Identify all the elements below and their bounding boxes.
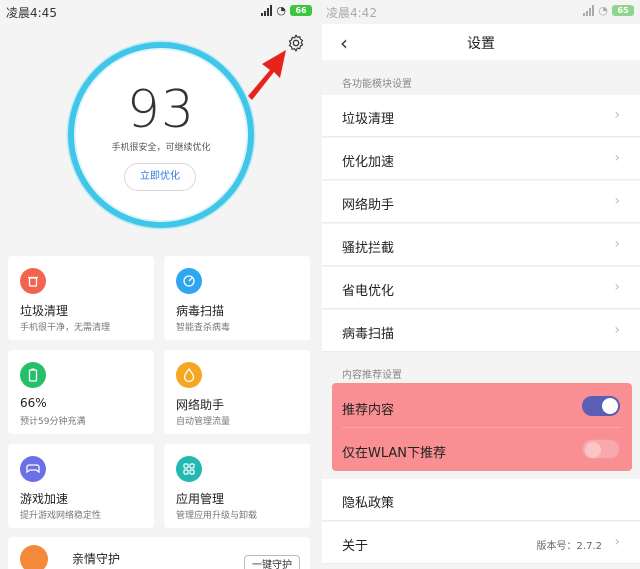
security-home-screen: 凌晨4:45 ◔ 66 93 手机很安全，可继续优化 立即优化 垃圾清理 手机很… — [0, 0, 318, 569]
battery-icon — [20, 362, 46, 388]
version-text: 版本号：2.7.2 — [536, 541, 602, 552]
battery-icon: 65 — [612, 5, 634, 16]
settings-header: ‹ 设置 — [322, 24, 640, 60]
chevron-right-icon: › — [614, 534, 620, 550]
family-icon — [20, 545, 48, 569]
settings-item-virus[interactable]: 病毒扫描 › — [322, 310, 640, 352]
settings-item-privacy[interactable]: 隐私政策 — [322, 479, 640, 521]
security-score: 93 — [126, 80, 196, 140]
settings-screen: 凌晨4:42 ◔ 65 ‹ 设置 各功能模块设置 垃圾清理 › 优化加速 › 网… — [322, 0, 640, 569]
status-time: 凌晨4:42 — [326, 6, 377, 20]
chevron-right-icon: › — [614, 279, 620, 295]
status-time: 凌晨4:45 — [6, 6, 57, 20]
chevron-right-icon: › — [614, 150, 620, 166]
signal-icon — [261, 5, 273, 16]
section-label-recommend: 内容推荐设置 — [342, 370, 402, 381]
score-subtitle: 手机很安全，可继续优化 — [111, 143, 211, 153]
droplet-icon — [176, 362, 202, 388]
wlan-only-label: 仅在WLAN下推荐 — [342, 446, 447, 461]
recommend-content-label: 推荐内容 — [342, 403, 395, 418]
settings-item-about[interactable]: 关于 版本号：2.7.2 › — [322, 522, 640, 564]
recommend-settings-highlight: 推荐内容 仅在WLAN下推荐 — [332, 383, 632, 471]
wifi-icon: ◔ — [598, 4, 608, 17]
page-title: 设置 — [467, 36, 495, 52]
section-label-modules: 各功能模块设置 — [342, 79, 412, 90]
card-battery[interactable]: 66% 预计59分钟充满 — [8, 350, 154, 434]
settings-item-junk-clean[interactable]: 垃圾清理 › — [322, 95, 640, 137]
scan-icon — [176, 268, 202, 294]
wifi-icon: ◔ — [276, 4, 286, 17]
chevron-right-icon: › — [614, 322, 620, 338]
grid-icon — [176, 456, 202, 482]
signal-icon — [583, 5, 595, 16]
optimize-now-button[interactable]: 立即优化 — [124, 163, 196, 191]
recommend-content-toggle[interactable] — [582, 396, 620, 416]
settings-item-network[interactable]: 网络助手 › — [322, 181, 640, 223]
settings-item-block[interactable]: 骚扰拦截 › — [322, 224, 640, 266]
card-virus-scan[interactable]: 病毒扫描 智能查杀病毒 — [164, 256, 310, 340]
family-guard-card[interactable]: 亲情守护 一键守护 — [8, 537, 310, 569]
gamepad-icon — [20, 456, 46, 482]
card-network-assistant[interactable]: 网络助手 自动管理流量 — [164, 350, 310, 434]
status-bar: 凌晨4:42 ◔ 65 — [322, 0, 640, 24]
status-bar: 凌晨4:45 ◔ 66 — [0, 0, 318, 24]
wlan-only-toggle[interactable] — [582, 439, 620, 459]
card-junk-clean[interactable]: 垃圾清理 手机很干净，无需清理 — [8, 256, 154, 340]
trash-icon — [20, 268, 46, 294]
chevron-right-icon: › — [614, 236, 620, 252]
chevron-right-icon: › — [614, 107, 620, 123]
settings-item-optimize[interactable]: 优化加速 › — [322, 138, 640, 180]
settings-item-power[interactable]: 省电优化 › — [322, 267, 640, 309]
battery-icon: 66 — [290, 5, 312, 16]
chevron-right-icon: › — [614, 193, 620, 209]
card-game-boost[interactable]: 游戏加速 提升游戏网络稳定性 — [8, 444, 154, 528]
card-app-management[interactable]: 应用管理 管理应用升级与卸载 — [164, 444, 310, 528]
guard-button[interactable]: 一键守护 — [244, 555, 300, 569]
